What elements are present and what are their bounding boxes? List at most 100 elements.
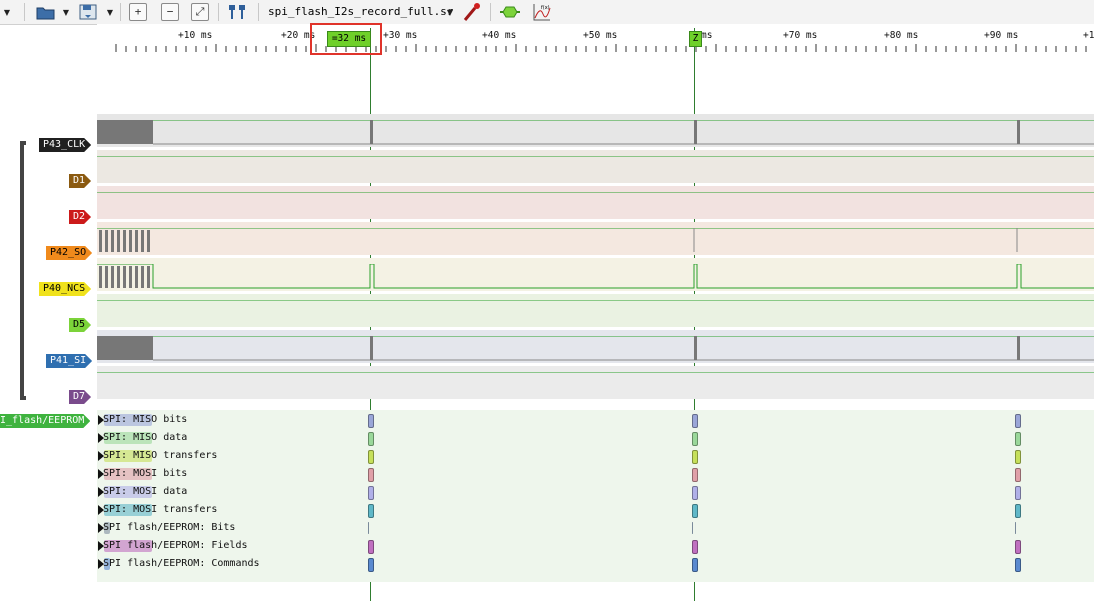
save-dropdown-arrow[interactable]: ▼	[104, 2, 116, 22]
channel-label-p42-so[interactable]: P42_SO	[46, 246, 92, 260]
new-session-dropdown-arrow[interactable]: ▼	[0, 2, 14, 22]
math-channel-icon[interactable]: f(x)	[530, 2, 554, 22]
annotation-mark[interactable]	[368, 558, 374, 572]
add-decoder-icon[interactable]	[498, 2, 522, 22]
decoder-row-label[interactable]: SPI: MISO transfers	[103, 449, 217, 463]
signal-trace	[97, 264, 1094, 289]
burst-pulse	[135, 266, 138, 288]
burst-pulse	[111, 230, 114, 252]
channel-label-d5[interactable]: D5	[69, 318, 91, 332]
annotation-mark[interactable]	[368, 468, 374, 482]
open-dropdown-arrow[interactable]: ▼	[60, 2, 72, 22]
time-ruler[interactable]: +10 ms +20 ms +30 ms +40 ms +50 ms ms +7…	[97, 24, 1094, 114]
zoom-fit-button[interactable]: ⤢	[190, 2, 210, 22]
annotation-mark[interactable]	[692, 522, 693, 534]
zoom-in-button[interactable]: +	[128, 2, 148, 22]
waveform-p41-si	[97, 336, 1094, 361]
channel-label-p40-ncs[interactable]: P40_NCS	[39, 282, 91, 296]
burst-pulse	[117, 266, 120, 288]
burst-pulse	[135, 230, 138, 252]
channel-label-p43-clk[interactable]: P43_CLK	[39, 138, 91, 152]
waveform-p43-clk	[97, 120, 1094, 145]
burst-pulse	[105, 230, 108, 252]
cursor-pair-icon	[229, 5, 245, 19]
decoder-row-label[interactable]: SPI flash/EEPROM: Bits	[103, 521, 235, 535]
decoder-row-label[interactable]: SPI: MOSI bits	[103, 467, 187, 481]
annotation-mark[interactable]	[1015, 522, 1016, 534]
ruler-tick-label: ms	[701, 30, 713, 41]
decoder-row-label[interactable]: SPI: MISO bits	[103, 413, 187, 427]
channel-label-d7[interactable]: D7	[69, 390, 91, 404]
annotation-mark[interactable]	[1015, 558, 1021, 572]
decoder-row-label[interactable]: SPI: MOSI data	[103, 485, 187, 499]
annotation-mark[interactable]	[692, 486, 698, 500]
annotation-mark[interactable]	[692, 558, 698, 572]
decoder-row-label[interactable]: SPI: MOSI transfers	[103, 503, 217, 517]
burst-pulse	[123, 230, 126, 252]
annotation-mark[interactable]	[692, 432, 698, 446]
probe-icon[interactable]	[460, 2, 484, 22]
channel-label-p41-si[interactable]: P41_SI	[46, 354, 92, 368]
channel-label-d1[interactable]: D1	[69, 174, 91, 188]
burst-block	[370, 120, 373, 144]
annotation-mark[interactable]	[368, 504, 374, 518]
burst-block	[1017, 336, 1020, 360]
waveform-d2	[97, 192, 1094, 193]
session-selector[interactable]: spi_flash_I2s_record_full.sr	[268, 5, 453, 18]
waveform-d5	[97, 300, 1094, 301]
decoder-row-label[interactable]: SPI: MISO data	[103, 431, 187, 445]
ruler-tick-label: +40 ms	[482, 30, 517, 41]
toolbar-separator	[120, 3, 121, 21]
show-cursors-button[interactable]	[224, 2, 250, 22]
annotation-mark[interactable]	[368, 414, 374, 428]
ruler-tick-label: +1	[1083, 30, 1094, 41]
annotation-mark[interactable]	[692, 540, 698, 554]
burst-pulse	[147, 266, 150, 288]
decoder-row-label[interactable]: SPI flash/EEPROM: Fields	[103, 539, 248, 553]
annotation-mark[interactable]	[1015, 468, 1021, 482]
toolbar: ▼ ▼ ▼ + − ⤢ spi_flash_I2s_record_full.sr…	[0, 0, 1094, 25]
cursor-delta-flag[interactable]: =32 ms	[327, 31, 371, 47]
annotation-mark[interactable]	[368, 450, 374, 464]
annotation-mark[interactable]	[1015, 450, 1021, 464]
zoom-out-icon: −	[161, 3, 179, 21]
zoom-out-button[interactable]: −	[160, 2, 180, 22]
annotation-mark[interactable]	[1015, 504, 1021, 518]
burst-pulse	[129, 266, 132, 288]
ruler-tick-label: +70 ms	[783, 30, 818, 41]
channel-label-d2[interactable]: D2	[69, 210, 91, 224]
annotation-mark[interactable]	[1015, 414, 1021, 428]
annotation-mark[interactable]	[1015, 486, 1021, 500]
annotation-mark[interactable]	[368, 540, 374, 554]
burst-pulse	[111, 266, 114, 288]
burst-block	[1017, 120, 1020, 144]
decoder-row-label[interactable]: SPI flash/EEPROM: Commands	[103, 557, 260, 571]
annotation-mark[interactable]	[368, 522, 369, 534]
marker-flag[interactable]: Z	[689, 31, 702, 47]
ruler-tick-label: +10 ms	[178, 30, 213, 41]
ruler-ticks	[115, 44, 1087, 52]
ruler-tick-label: +80 ms	[884, 30, 919, 41]
burst-block	[694, 336, 697, 360]
ruler-tick-label: +90 ms	[984, 30, 1019, 41]
burst-block	[97, 120, 153, 144]
zoom-in-icon: +	[129, 3, 147, 21]
session-dropdown-arrow[interactable]: ▼	[444, 2, 456, 22]
open-file-icon[interactable]	[34, 2, 58, 22]
annotation-mark[interactable]	[692, 468, 698, 482]
decoder-label[interactable]: I_flash/EEPROM	[0, 414, 90, 428]
annotation-mark[interactable]	[1015, 432, 1021, 446]
toolbar-separator	[24, 3, 25, 21]
ruler-tick-label: +50 ms	[583, 30, 618, 41]
annotation-mark[interactable]	[692, 504, 698, 518]
waveform-p42-so	[97, 228, 1094, 252]
annotation-mark[interactable]	[692, 414, 698, 428]
annotation-mark[interactable]	[692, 450, 698, 464]
channel-group-bracket	[20, 141, 26, 400]
annotation-mark[interactable]	[1015, 540, 1021, 554]
save-icon[interactable]	[76, 2, 100, 22]
annotation-mark[interactable]	[368, 432, 374, 446]
annotation-mark[interactable]	[368, 486, 374, 500]
burst-block	[370, 336, 373, 360]
burst-block	[694, 120, 697, 144]
